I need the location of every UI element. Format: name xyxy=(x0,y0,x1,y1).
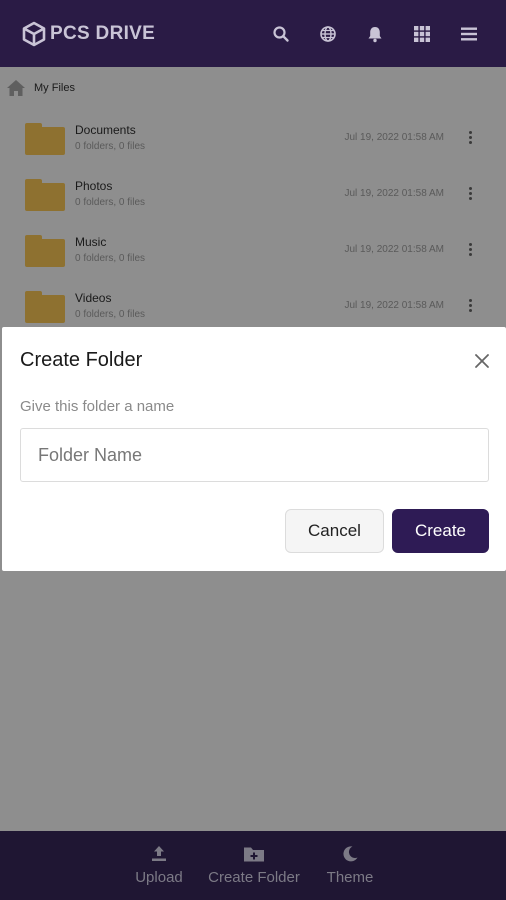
create-folder-label: Create Folder xyxy=(208,869,300,886)
folder-icon xyxy=(25,179,65,211)
create-folder-dialog: Create Folder Give this folder a name Ca… xyxy=(2,327,506,571)
folder-row-music[interactable]: Music 0 folders, 0 files Jul 19, 2022 01… xyxy=(0,221,506,277)
theme-button[interactable]: Theme xyxy=(320,831,380,900)
folder-name: Music xyxy=(75,234,107,249)
folder-name: Documents xyxy=(75,122,136,137)
search-icon[interactable] xyxy=(257,14,304,54)
close-icon[interactable] xyxy=(472,351,492,371)
folder-icon xyxy=(25,235,65,267)
folder-meta: 0 folders, 0 files xyxy=(75,252,146,264)
app-logo[interactable]: PCS DRIVE xyxy=(20,20,155,48)
more-vertical-icon[interactable] xyxy=(464,237,476,261)
more-vertical-icon[interactable] xyxy=(464,125,476,149)
create-folder-nav-button[interactable]: Create Folder xyxy=(204,831,304,900)
breadcrumb: My Files xyxy=(0,67,506,109)
cancel-button[interactable]: Cancel xyxy=(285,509,384,553)
theme-label: Theme xyxy=(326,869,374,886)
menu-icon[interactable] xyxy=(445,14,492,54)
folder-name-input[interactable] xyxy=(20,428,489,482)
folder-name-label: Give this folder a name xyxy=(20,398,175,415)
bottom-nav: Upload Create Folder Theme xyxy=(0,831,506,900)
upload-button[interactable]: Upload xyxy=(126,831,192,900)
folder-plus-icon xyxy=(244,847,264,862)
home-icon[interactable] xyxy=(6,79,26,97)
folder-icon xyxy=(25,291,65,323)
app-header: PCS DRIVE xyxy=(0,0,506,67)
upload-icon xyxy=(152,846,166,861)
more-vertical-icon[interactable] xyxy=(464,181,476,205)
folder-meta: 0 folders, 0 files xyxy=(75,196,146,208)
folder-icon xyxy=(25,123,65,155)
create-button[interactable]: Create xyxy=(392,509,489,553)
moon-icon xyxy=(343,846,358,862)
folder-row-documents[interactable]: Documents 0 folders, 0 files Jul 19, 202… xyxy=(0,109,506,165)
folder-date: Jul 19, 2022 01:58 AM xyxy=(344,299,444,311)
breadcrumb-current[interactable]: My Files xyxy=(34,82,75,94)
folder-meta: 0 folders, 0 files xyxy=(75,308,146,320)
app-brand-name: PCS DRIVE xyxy=(50,22,156,44)
folder-name: Photos xyxy=(75,178,113,193)
folder-meta: 0 folders, 0 files xyxy=(75,140,146,152)
cube-logo-icon xyxy=(22,21,46,46)
globe-icon[interactable] xyxy=(304,14,351,54)
folder-row-photos[interactable]: Photos 0 folders, 0 files Jul 19, 2022 0… xyxy=(0,165,506,221)
dialog-title: Create Folder xyxy=(20,349,143,371)
folder-name: Videos xyxy=(75,290,112,305)
folder-date: Jul 19, 2022 01:58 AM xyxy=(344,187,444,199)
header-actions xyxy=(257,14,492,54)
folder-row-videos[interactable]: Videos 0 folders, 0 files Jul 19, 2022 0… xyxy=(0,277,506,333)
folder-date: Jul 19, 2022 01:58 AM xyxy=(344,243,444,255)
upload-label: Upload xyxy=(135,869,183,886)
grid-icon[interactable] xyxy=(398,14,445,54)
bell-icon[interactable] xyxy=(351,14,398,54)
folder-date: Jul 19, 2022 01:58 AM xyxy=(344,131,444,143)
more-vertical-icon[interactable] xyxy=(464,293,476,317)
